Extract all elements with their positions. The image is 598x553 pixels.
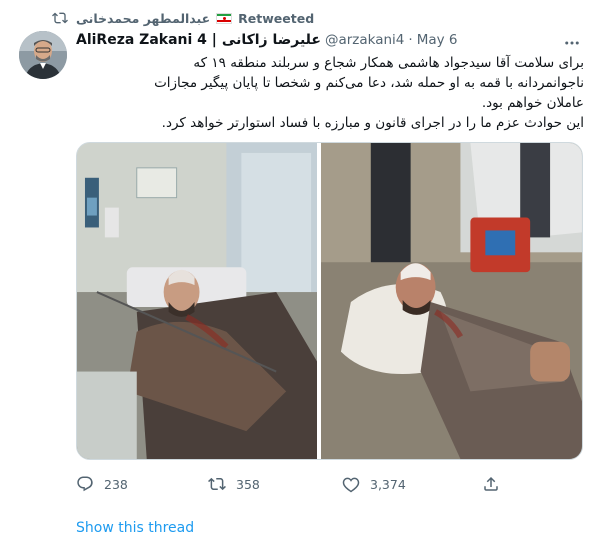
iran-flag-icon — [216, 12, 233, 24]
tweet-media — [76, 142, 583, 460]
share-button[interactable] — [482, 475, 510, 493]
like-count: 3,374 — [370, 476, 406, 492]
separator-dot: · — [408, 32, 413, 48]
author-handle[interactable]: @arzakani4 — [325, 32, 404, 48]
show-thread-link[interactable]: Show this thread — [76, 520, 194, 536]
author-name[interactable]: AliReza Zakani 4 | — [76, 32, 217, 48]
reply-count: 238 — [104, 476, 128, 492]
like-button[interactable]: 3,374 — [342, 475, 406, 493]
tweet-text-line: برای سلامت آقا سیدجواد هاشمی همکار شجاع … — [193, 55, 584, 71]
share-icon — [484, 476, 498, 491]
retweet-icon — [208, 477, 226, 491]
heart-icon — [342, 477, 360, 493]
tweet-actions: 238 358 3,374 — [76, 473, 516, 495]
tweet-header: AliReza Zakani 4 | علیرضا زاکانی @arzaka… — [76, 30, 457, 50]
reply-icon — [77, 476, 93, 492]
tweet-text-line: ناجوانمردانه با قمه به او حمله شد، دعا م… — [154, 75, 584, 91]
retweeter-name[interactable]: عبدالمطهر محمدخانی — [76, 11, 210, 26]
more-options-icon[interactable] — [563, 34, 581, 52]
reply-button[interactable]: 238 — [76, 475, 128, 493]
tweet-date[interactable]: May 6 — [417, 32, 458, 48]
tweet-text: برای سلامت آقا سیدجواد هاشمی همکار شجاع … — [76, 53, 584, 133]
retweet-icon — [52, 12, 68, 24]
media-photo-hospital[interactable] — [77, 143, 318, 459]
retweet-count: 358 — [236, 476, 260, 492]
author-name-fa[interactable]: علیرضا زاکانی — [222, 32, 321, 48]
tweet-text-line: عاملان خواهم بود. — [481, 95, 584, 111]
avatar[interactable] — [19, 31, 67, 79]
retweet-context[interactable]: عبدالمطهر محمدخانی Retweeted — [52, 9, 314, 27]
retweet-button[interactable]: 358 — [208, 475, 260, 493]
media-photo-street[interactable] — [321, 143, 582, 459]
tweet-text-line: این حوادث عزم ما را در اجرای قانون و مبا… — [161, 115, 584, 131]
retweeted-label: Retweeted — [238, 10, 315, 26]
